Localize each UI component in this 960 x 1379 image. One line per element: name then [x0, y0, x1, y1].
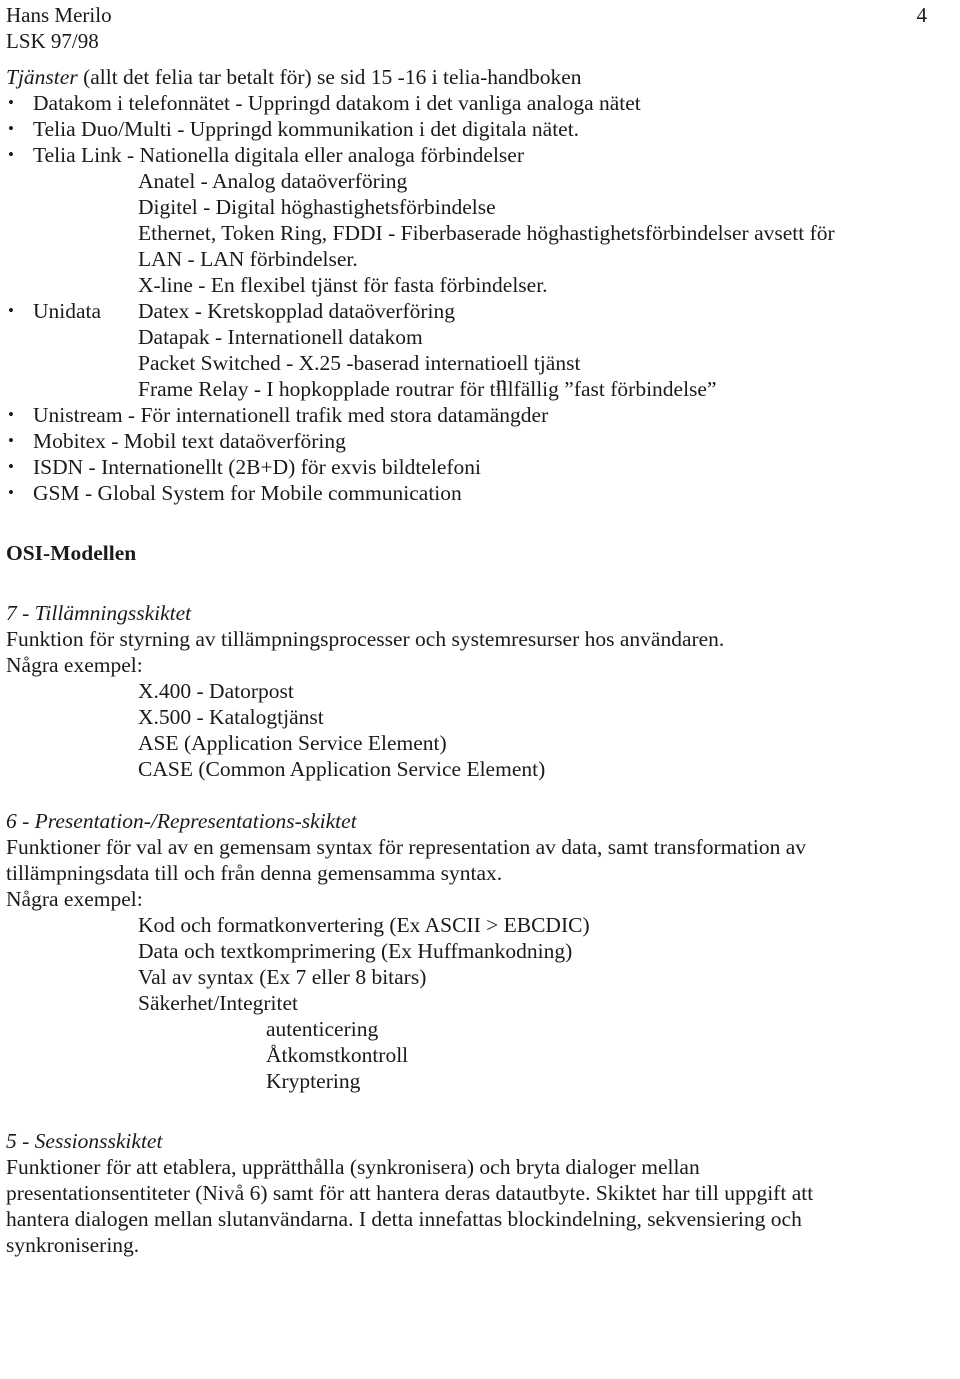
paragraph-line: Funktioner för att etablera, upprätthåll…	[6, 1155, 700, 1179]
paragraph-line: presentationsentiteter (Nivå 6) samt för…	[6, 1181, 814, 1205]
course-code: LSK 97/98	[6, 29, 99, 53]
osi-layer-paragraph-7: Funktion för styrning av tillämpningspro…	[0, 626, 954, 678]
osi-layer-paragraph-6: Funktioner för val av en gemensam syntax…	[0, 834, 954, 912]
list-item: • Datakom i telefonnätet - Uppringd data…	[0, 90, 960, 116]
overprint-glyph: n	[495, 371, 507, 395]
sub-item: X-line - En flexibel tjänst för fasta fö…	[138, 273, 548, 297]
list-item: • Telia Duo/Multi - Uppringd kommunikati…	[0, 116, 960, 142]
services-heading: Tjänster (allt det felia tar betalt för)…	[0, 64, 960, 90]
osi-example: Kod och formatkonvertering (Ex ASCII > E…	[138, 913, 590, 937]
list-item-label: ISDN - Internationellt (2B+D) för exvis …	[33, 455, 481, 479]
sub-item: Ethernet, Token Ring, FDDI - Fiberbasera…	[138, 221, 835, 245]
list-item: • Mobitex - Mobil text dataöverföring	[0, 428, 960, 454]
osi-layer-heading-6: 6 - Presentation-/Representations-skikte…	[6, 809, 357, 833]
list-item: • ISDN - Internationellt (2B+D) för exvi…	[0, 454, 960, 480]
list-item: • Unidata Datex - Kretskopplad dataöverfö…	[0, 298, 960, 324]
unidata-first-line: Datex - Kretskopplad dataöverföring	[138, 299, 456, 323]
services-heading-italic: Tjänster	[6, 65, 78, 89]
paragraph-line: Några exempel:	[6, 653, 143, 677]
list-item-label: Telia Link - Nationella digitala eller a…	[33, 143, 525, 167]
list-item: • Unistream - För internationell trafik …	[0, 402, 960, 428]
author-name: Hans Merilo	[6, 3, 112, 27]
paragraph-line: Funktioner för val av en gemensam syntax…	[6, 835, 807, 859]
paragraph-line: Några exempel:	[6, 887, 143, 911]
osi-title: OSI-Modellen	[6, 541, 137, 565]
osi-example-sub: Kryptering	[266, 1069, 361, 1093]
paragraph-line: synkronisering.	[6, 1233, 140, 1257]
osi-example: X.400 - Datorpost	[138, 679, 294, 703]
sub-item: LAN - LAN förbindelser.	[138, 247, 358, 271]
osi-example: CASE (Common Application Service Element…	[138, 757, 546, 781]
list-item-label: Unistream - För internationell trafik me…	[33, 403, 549, 427]
bullet-icon: •	[8, 93, 14, 112]
sub-item: Frame Relay - I hopkopplade routrar för …	[138, 377, 717, 401]
packet-switched-prefix: Packet Switched - X.25 -baserad internat…	[138, 351, 507, 375]
osi-layer-heading-7: 7 - Tillämningsskiktet	[6, 601, 192, 625]
osi-example-sub: autenticering	[266, 1017, 379, 1041]
paragraph-line: tillämpningsdata till och från denna gem…	[6, 861, 503, 885]
document-body: Tjänster (allt det felia tar betalt för)…	[0, 64, 960, 1258]
list-item: • GSM - Global System for Mobile communi…	[0, 480, 960, 506]
bullet-icon: •	[8, 301, 14, 320]
osi-example: ASE (Application Service Element)	[138, 731, 447, 755]
bullet-icon: •	[8, 457, 14, 476]
sub-item: Digitel - Digital höghastighetsförbindel…	[138, 195, 496, 219]
list-item: • Telia Link - Nationella digitala eller…	[0, 142, 960, 168]
bullet-icon: •	[8, 405, 14, 424]
bullet-icon: •	[8, 483, 14, 502]
bullet-icon: •	[8, 145, 14, 164]
sub-item-packet-switched: Packet Switched - X.25 -baserad internat…	[0, 350, 960, 395]
page-number: 4	[916, 3, 928, 27]
list-item-label: GSM - Global System for Mobile communica…	[33, 481, 462, 505]
services-heading-rest: (allt det felia tar betalt för) se sid 1…	[77, 65, 582, 89]
sub-item: Datapak - Internationell datakom	[138, 325, 423, 349]
document-page: Hans Merilo LSK 97/98 4 Tjänster (allt d…	[0, 0, 960, 1379]
osi-example: Data och textkomprimering (Ex Huffmankod…	[138, 939, 573, 963]
page-header: Hans Merilo LSK 97/98	[6, 2, 112, 54]
osi-example-sub: Åtkomstkontroll	[266, 1043, 409, 1067]
list-item-label: Datakom i telefonnätet - Uppringd datako…	[33, 91, 641, 115]
bullet-icon: •	[8, 431, 14, 450]
sub-item: Anatel - Analog dataöverföring	[138, 169, 408, 193]
osi-example: X.500 - Katalogtjänst	[138, 705, 324, 729]
osi-layer-heading-5: 5 - Sessionsskiktet	[6, 1129, 163, 1153]
list-item-label: Telia Duo/Multi - Uppringd kommunikation…	[33, 117, 580, 141]
osi-example: Val av syntax (Ex 7 eller 8 bitars)	[138, 965, 427, 989]
list-item-label: Mobitex - Mobil text dataöverföring	[33, 429, 346, 453]
osi-example: Säkerhet/Integritet	[138, 991, 298, 1015]
osi-layer-paragraph-5: Funktioner för att etablera, upprätthåll…	[0, 1154, 954, 1258]
paragraph-line: Funktion för styrning av tillämpningspro…	[6, 627, 725, 651]
bullet-icon: •	[8, 119, 14, 138]
packet-switched-suffix: ell tjänst	[506, 351, 581, 375]
unidata-label: Unidata	[33, 299, 102, 323]
paragraph-line: hantera dialogen mellan slutanvändarna. …	[6, 1207, 802, 1231]
